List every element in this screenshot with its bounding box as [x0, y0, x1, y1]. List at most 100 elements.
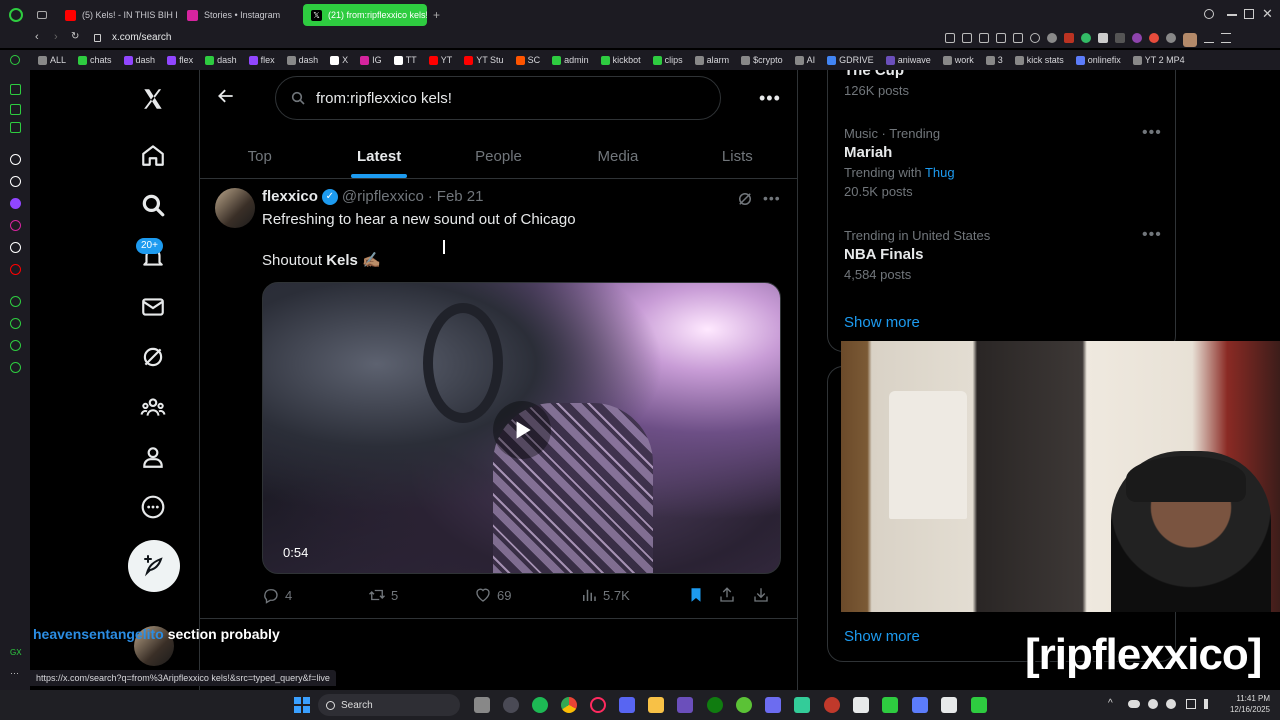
- trend-mariah[interactable]: Music · Trending Mariah Trending with Th…: [844, 126, 955, 199]
- trend-more-icon[interactable]: •••: [1142, 226, 1162, 244]
- app-icon[interactable]: [912, 697, 928, 713]
- file-explorer-icon[interactable]: [648, 697, 664, 713]
- bookmark-item[interactable]: $crypto: [735, 55, 789, 65]
- trend-more-icon[interactable]: •••: [1142, 124, 1162, 142]
- extension-icon[interactable]: [1149, 33, 1159, 43]
- bookmark-item[interactable]: dash: [281, 55, 325, 65]
- grok-icon[interactable]: [136, 340, 170, 374]
- app-icon[interactable]: [853, 697, 869, 713]
- bookmark-item[interactable]: YT Stu: [458, 55, 509, 65]
- app-icon[interactable]: [677, 697, 693, 713]
- bookmark-item[interactable]: alarm: [689, 55, 736, 65]
- bookmark-item[interactable]: SC: [510, 55, 547, 65]
- bookmark-item[interactable]: YT: [423, 55, 459, 65]
- extension-icon[interactable]: [996, 33, 1006, 43]
- profile-avatar[interactable]: [1183, 33, 1197, 47]
- share-button[interactable]: [718, 586, 736, 604]
- bookmark-item[interactable]: flex: [161, 55, 199, 65]
- bookmark-item[interactable]: work: [937, 55, 980, 65]
- tweet-handle[interactable]: @ripflexxico: [342, 188, 424, 205]
- search-input[interactable]: from:ripflexxico kels!: [275, 76, 721, 120]
- extension-icon[interactable]: [945, 33, 955, 43]
- bookmark-item[interactable]: TT: [388, 55, 423, 65]
- windows-start-icon[interactable]: [294, 697, 310, 713]
- onedrive-icon[interactable]: [1128, 700, 1140, 708]
- gx-label-icon[interactable]: GX: [10, 648, 22, 657]
- tab-x-search[interactable]: 𝕏 (21) from:ripflexxico kels!: [303, 4, 427, 26]
- player-icon[interactable]: [10, 296, 21, 307]
- bookmark-item[interactable]: kick stats: [1009, 55, 1070, 65]
- messages-envelope-icon[interactable]: [136, 290, 170, 324]
- download-icon[interactable]: [1204, 33, 1214, 43]
- bookmark-item[interactable]: aniwave: [880, 55, 937, 65]
- profile-icon[interactable]: [136, 440, 170, 474]
- tab-people[interactable]: People: [439, 134, 558, 178]
- trend-the-cup[interactable]: The Cup 126K posts: [844, 70, 909, 98]
- volume-icon[interactable]: [1204, 699, 1214, 709]
- app-icon[interactable]: [824, 697, 840, 713]
- tab-youtube[interactable]: (5) Kels! - IN THIS BIH LI: [57, 4, 177, 26]
- tweet-display-name[interactable]: flexxico: [262, 188, 318, 205]
- twitch-icon[interactable]: [10, 198, 21, 209]
- reload-icon[interactable]: ↻: [71, 31, 79, 42]
- more-options-icon[interactable]: [136, 490, 170, 524]
- x-logo-icon[interactable]: [136, 82, 170, 116]
- task-view-icon[interactable]: [474, 697, 490, 713]
- extension-icon[interactable]: [1081, 33, 1091, 43]
- url-field[interactable]: x.com/search: [112, 32, 171, 43]
- taskbar-clock[interactable]: 11:41 PM 12/16/2025: [1222, 693, 1270, 715]
- repost-button[interactable]: 5: [368, 586, 398, 604]
- grok-explain-icon[interactable]: [736, 190, 754, 213]
- show-more-trends-link[interactable]: Show more: [844, 314, 920, 331]
- extension-icon[interactable]: [1098, 33, 1108, 43]
- app-icon[interactable]: [765, 697, 781, 713]
- bookmark-item[interactable]: X: [324, 55, 354, 65]
- youtube-icon[interactable]: [10, 264, 21, 275]
- opera-gx-icon[interactable]: [590, 697, 606, 713]
- download-button[interactable]: [752, 586, 770, 604]
- bookmark-item[interactable]: GDRIVE: [821, 55, 880, 65]
- reply-button[interactable]: 4: [262, 586, 292, 604]
- app-icon[interactable]: [882, 697, 898, 713]
- xbox-icon[interactable]: [707, 697, 723, 713]
- tray-icon[interactable]: [1166, 699, 1176, 709]
- network-icon[interactable]: [1186, 699, 1196, 709]
- tab-switcher-icon[interactable]: [37, 11, 47, 19]
- tweet-more-icon[interactable]: •••: [763, 190, 781, 206]
- bookmark-item[interactable]: dash: [199, 55, 243, 65]
- app-icon[interactable]: [971, 697, 987, 713]
- maximize-button[interactable]: [1244, 9, 1254, 19]
- close-window-button[interactable]: ✕: [1262, 6, 1273, 22]
- explore-search-icon[interactable]: [136, 188, 170, 222]
- chrome-icon[interactable]: [561, 697, 577, 713]
- bookmark-item[interactable]: ALL: [32, 55, 72, 65]
- trend-link-thug[interactable]: Thug: [925, 165, 955, 180]
- back-arrow-icon[interactable]: [216, 86, 236, 111]
- history-icon[interactable]: [10, 318, 21, 329]
- views-button[interactable]: 5.7K: [580, 586, 630, 604]
- extension-icon[interactable]: [1047, 33, 1057, 43]
- app-icon[interactable]: [736, 697, 752, 713]
- tweet-date[interactable]: Feb 21: [437, 188, 484, 205]
- menu-icon[interactable]: [1221, 33, 1231, 43]
- bookmark-item[interactable]: clips: [647, 55, 689, 65]
- bookmark-item[interactable]: flex: [243, 55, 281, 65]
- trend-nba-finals[interactable]: Trending in United States NBA Finals 4,5…: [844, 228, 990, 282]
- app-icon[interactable]: [503, 697, 519, 713]
- app-icon[interactable]: [794, 697, 810, 713]
- bookmark-item[interactable]: AI: [789, 55, 822, 65]
- show-more-follow-link[interactable]: Show more: [844, 628, 920, 645]
- post-compose-button[interactable]: [128, 540, 180, 592]
- sidebar-app-icon[interactable]: [10, 176, 21, 187]
- video-play-button[interactable]: [493, 401, 551, 459]
- x-icon[interactable]: [10, 242, 21, 253]
- bookmark-item[interactable]: onlinefix: [1070, 55, 1127, 65]
- new-tab-button[interactable]: +: [433, 8, 440, 22]
- taskbar-search-box[interactable]: Search: [318, 694, 460, 716]
- bookmark-item[interactable]: kickbot: [595, 55, 647, 65]
- tab-media[interactable]: Media: [558, 134, 677, 178]
- opera-logo-icon[interactable]: [9, 8, 23, 22]
- extension-icon[interactable]: [1064, 33, 1074, 43]
- tab-top[interactable]: Top: [200, 134, 319, 178]
- tray-chevron-icon[interactable]: ^: [1108, 698, 1113, 709]
